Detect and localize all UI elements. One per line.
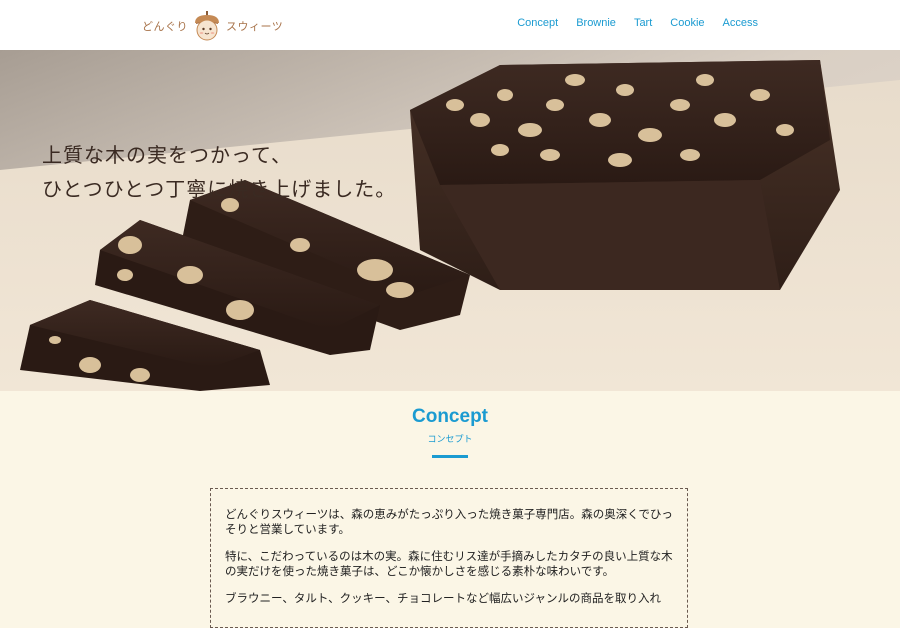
concept-text-box: どんぐりスウィーツは、森の恵みがたっぷり入った焼き菓子専門店。森の奥深くでひっそ… (210, 488, 688, 628)
logo-text-right: スウィーツ (226, 20, 284, 33)
site-header: どんぐり スウィーツ Concept Brownie Tart Cookie A… (0, 0, 900, 50)
hero-banner: 上質な木の実をつかって、 ひとつひとつ丁寧に焼き上げました。 (0, 50, 900, 391)
logo-text-left: どんぐり (142, 20, 188, 33)
hero-catchcopy: 上質な木の実をつかって、 ひとつひとつ丁寧に焼き上げました。 (42, 138, 396, 206)
hero-line-2: ひとつひとつ丁寧に焼き上げました。 (42, 177, 397, 201)
nav-tart[interactable]: Tart (634, 17, 652, 29)
concept-subtitle: コンセプト (427, 435, 473, 445)
concept-title: Concept (412, 406, 488, 427)
hero-line-1: 上質な木の実をつかって、 (42, 143, 292, 167)
main-nav: Concept Brownie Tart Cookie Access (517, 17, 758, 29)
concept-divider (432, 455, 468, 458)
concept-section: Concept コンセプト どんぐりスウィーツは、森の恵みがたっぷり入った焼き菓… (0, 391, 900, 628)
concept-paragraph-2: 特に、こだわっているのは木の実。森に住むリス達が手摘みしたカタチの良い上質な木の… (225, 549, 673, 578)
nav-cookie[interactable]: Cookie (670, 17, 704, 29)
nav-access[interactable]: Access (723, 17, 758, 29)
concept-paragraph-1: どんぐりスウィーツは、森の恵みがたっぷり入った焼き菓子専門店。森の奥深くでひっそ… (225, 507, 673, 536)
concept-paragraph-3: ブラウニー、タルト、クッキー、チョコレートなど幅広いジャンルの商品を取り入れ (225, 591, 661, 605)
nav-brownie[interactable]: Brownie (576, 17, 616, 29)
site-logo[interactable]: どんぐり スウィーツ (142, 10, 283, 42)
acorn-icon (195, 11, 219, 41)
nav-concept[interactable]: Concept (517, 17, 558, 29)
hero-brownie-image (0, 50, 900, 391)
